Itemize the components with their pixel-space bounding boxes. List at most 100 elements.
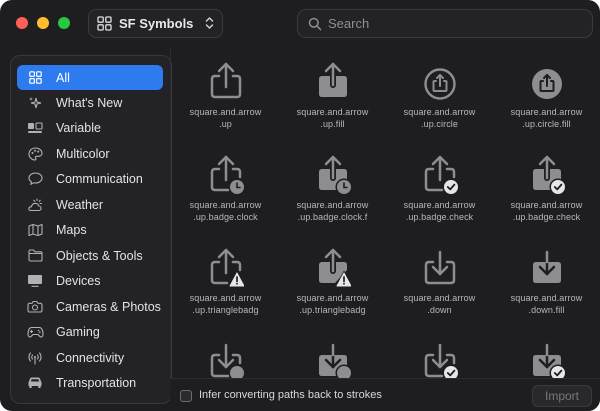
grid-icon [26, 71, 44, 85]
square-and-arrow-down-icon [424, 250, 456, 285]
symbol-cell[interactable]: square.and.arrow .up.circle [386, 48, 493, 141]
symbol-cell[interactable]: square.and.arrow .down [386, 234, 493, 327]
sidebar-item-devices[interactable]: Devices [17, 268, 163, 293]
square-and-arrow-down-badge-checkmark-fill-icon [533, 343, 565, 378]
sidebar-item-maps[interactable]: Maps [17, 217, 163, 242]
sidebar-item-label: Devices [56, 273, 101, 288]
zoom-window-button[interactable] [58, 17, 70, 29]
square-and-arrow-up-badge-checkmark-icon [424, 155, 458, 194]
sidebar-item-label: Connectivity [56, 350, 125, 365]
sidebar-item-label: Maps [56, 222, 87, 237]
sidebar-item-transportation[interactable]: Transportation [17, 370, 163, 395]
display-icon [26, 274, 44, 288]
square-and-arrow-down-badge-checkmark-icon [424, 343, 458, 378]
symbol-name: square.and.arrow .up.fill [296, 107, 369, 129]
symbol-cell[interactable]: square.and.arrow .up.badge.clock.f [279, 141, 386, 234]
chevron-up-down-icon [205, 16, 214, 33]
symbol-cell[interactable] [172, 327, 279, 378]
square-and-arrow-up-icon [210, 62, 242, 99]
symbol-cell[interactable]: square.and.arrow .up.badge.check [493, 141, 600, 234]
symbol-cell[interactable]: square.and.arrow .up.fill [279, 48, 386, 141]
symbol-name: square.and.arrow .down.fill [510, 293, 583, 315]
square-and-arrow-up-trianglebadge-exclamationmark-fill-icon [319, 248, 351, 287]
symbol-cell[interactable] [386, 327, 493, 378]
infer-strokes-label: Infer converting paths back to strokes [199, 389, 382, 401]
sidebar-item-cameras-photos[interactable]: Cameras & Photos [17, 294, 163, 319]
library-popup-button[interactable]: SF Symbols [88, 9, 223, 38]
search-field[interactable] [297, 9, 593, 38]
palette-icon [26, 146, 44, 161]
sidebar-item-weather[interactable]: Weather [17, 192, 163, 217]
camera-icon [26, 300, 44, 314]
speech-bubble-icon [26, 172, 44, 186]
sidebar-item-label: What's New [56, 95, 123, 110]
sidebar-item-label: Weather [56, 197, 104, 212]
square-and-arrow-up-badge-clock-fill-icon [319, 155, 351, 195]
symbol-name: square.and.arrow .up.badge.check [510, 200, 583, 222]
symbol-grid: square.and.arrow .up square.and.arrow .up.… [172, 48, 600, 378]
symbol-cell[interactable]: square.and.arrow .up.trianglebadg [172, 234, 279, 327]
cloud-sun-icon [26, 197, 44, 212]
folder-icon [26, 249, 44, 263]
symbol-cell[interactable] [279, 327, 386, 378]
symbol-name: square.and.arrow .up.badge.check [403, 200, 476, 222]
gamecontroller-icon [26, 325, 44, 339]
symbol-name: square.and.arrow .up [189, 107, 262, 129]
grid-icon [97, 16, 112, 31]
sidebar-item-label: Communication [56, 171, 143, 186]
sidebar: All What's New Variable Multicolor Commu… [10, 55, 172, 404]
sidebar-item-label: Variable [56, 120, 101, 135]
sidebar-divider [170, 48, 171, 378]
symbol-name: square.and.arrow .up.circle [403, 107, 476, 129]
import-button[interactable]: Import [532, 385, 592, 407]
infer-strokes-checkbox[interactable] [180, 390, 192, 402]
window-controls [16, 17, 70, 29]
square-and-arrow-up-badge-checkmark-fill-icon [533, 155, 565, 195]
symbol-cell[interactable]: square.and.arrow .down.fill [493, 234, 600, 327]
square-and-arrow-up-circle-fill-icon [532, 69, 562, 99]
symbol-name: square.and.arrow .down [403, 293, 476, 315]
sidebar-item-label: Objects & Tools [56, 248, 143, 263]
symbol-cell[interactable]: square.and.arrow .up.circle.fill [493, 48, 600, 141]
sidebar-item-variable[interactable]: Variable [17, 115, 163, 140]
symbol-name: square.and.arrow .up.trianglebadg [189, 293, 262, 315]
symbol-cell[interactable]: square.and.arrow .up.trianglebadg [279, 234, 386, 327]
window-title: SF Symbols [119, 16, 194, 31]
square-and-arrow-up-fill-icon [319, 62, 347, 97]
symbol-name: square.and.arrow .up.badge.clock [189, 200, 262, 222]
sidebar-item-label: Transportation [56, 375, 137, 390]
minimize-window-button[interactable] [37, 17, 49, 29]
sidebar-item-objects-tools[interactable]: Objects & Tools [17, 243, 163, 268]
app-window: SF Symbols All What's New Variable Multi… [0, 0, 600, 411]
sidebar-item-label: Multicolor [56, 146, 110, 161]
sidebar-item-all[interactable]: All [17, 65, 163, 90]
close-window-button[interactable] [16, 17, 28, 29]
square-and-arrow-down-badge-icon [210, 343, 244, 378]
bottom-bar: Infer converting paths back to strokes I… [170, 378, 600, 411]
square-and-arrow-down-badge-fill-icon [319, 343, 351, 378]
search-icon [308, 17, 322, 31]
sidebar-item-connectivity[interactable]: Connectivity [17, 345, 163, 370]
sidebar-item-gaming[interactable]: Gaming [17, 319, 163, 344]
symbol-cell[interactable] [493, 327, 600, 378]
symbol-cell[interactable]: square.and.arrow .up [172, 48, 279, 141]
symbol-name: square.and.arrow .up.circle.fill [510, 107, 583, 129]
sidebar-item-communication[interactable]: Communication [17, 166, 163, 191]
antenna-icon [26, 351, 44, 365]
sidebar-item-whats-new[interactable]: What's New [17, 90, 163, 115]
sidebar-item-label: Cameras & Photos [56, 299, 161, 314]
square-and-arrow-up-trianglebadge-exclamationmark-icon [210, 248, 244, 287]
search-input[interactable] [328, 16, 568, 31]
map-icon [26, 223, 44, 237]
square-and-arrow-up-badge-clock-icon [210, 155, 244, 194]
sidebar-item-multicolor[interactable]: Multicolor [17, 141, 163, 166]
car-icon [26, 376, 44, 390]
symbol-cell[interactable]: square.and.arrow .up.badge.check [386, 141, 493, 234]
symbol-cell[interactable]: square.and.arrow .up.badge.clock [172, 141, 279, 234]
symbol-name: square.and.arrow .up.trianglebadg [296, 293, 369, 315]
square-and-arrow-down-fill-icon [533, 250, 561, 283]
symbol-name: square.and.arrow .up.badge.clock.f [296, 200, 369, 222]
square-and-arrow-up-circle-icon [424, 68, 456, 100]
sidebar-item-label: Gaming [56, 324, 100, 339]
sparkle-icon [26, 96, 44, 110]
